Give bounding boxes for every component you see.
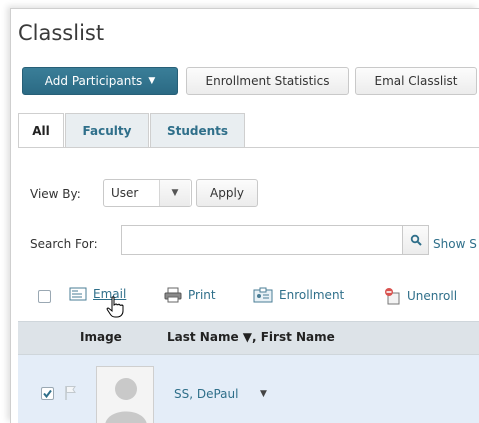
view-by-select[interactable]: User ▼: [103, 179, 192, 207]
enrollment-icon: [253, 287, 273, 303]
checkmark-icon: [43, 389, 52, 399]
chevron-down-icon: ▼: [159, 180, 190, 206]
column-header-name-sort[interactable]: Last Name ▼, First Name: [167, 330, 335, 344]
search-label: Search For:: [30, 237, 98, 251]
email-classlist-button[interactable]: Emal Classlist: [355, 67, 477, 95]
select-all-checkbox[interactable]: [38, 290, 51, 303]
enrollment-action-label: Enrollment: [279, 288, 345, 302]
unenroll-action[interactable]: Unenroll: [383, 287, 457, 305]
apply-button[interactable]: Apply: [196, 179, 258, 207]
action-bar: Email Print Enrollment Unenroll: [31, 287, 479, 309]
table-row[interactable]: SS, DePaul ▼: [18, 355, 479, 423]
tab-divider: [18, 147, 479, 148]
unenroll-action-label: Unenroll: [407, 289, 458, 303]
page-title: Classlist: [18, 21, 105, 45]
tab-faculty[interactable]: Faculty: [65, 113, 149, 147]
add-participants-label: Add Participants: [44, 74, 143, 88]
avatar: [96, 366, 154, 423]
table-header: Image Last Name ▼, First Name: [18, 321, 479, 355]
hand-cursor-icon: [106, 296, 124, 322]
search-input[interactable]: [121, 225, 403, 255]
tab-all[interactable]: All: [18, 113, 64, 148]
show-search-options-link[interactable]: Show S: [433, 237, 477, 251]
printer-icon: [164, 287, 182, 303]
print-action-label: Print: [188, 288, 216, 302]
chevron-down-icon: ▼: [148, 76, 156, 86]
enrollment-statistics-button[interactable]: Enrollment Statistics: [186, 67, 349, 95]
classlist-panel: Classlist Add Participants ▼ Enrollment …: [10, 8, 479, 423]
add-participants-button[interactable]: Add Participants ▼: [22, 67, 178, 95]
search-icon: [410, 234, 422, 246]
row-checkbox[interactable]: [41, 387, 54, 400]
chevron-down-icon[interactable]: ▼: [260, 389, 267, 399]
view-by-label: View By:: [30, 187, 81, 201]
email-icon: [69, 287, 87, 301]
enrollment-action[interactable]: Enrollment: [253, 287, 344, 303]
flag-icon[interactable]: [64, 385, 78, 405]
tab-students[interactable]: Students: [150, 113, 245, 147]
unenroll-icon: [385, 288, 400, 305]
view-by-value: User: [111, 186, 139, 200]
column-header-image: Image: [80, 330, 122, 344]
print-action[interactable]: Print: [164, 287, 216, 303]
student-name-link[interactable]: SS, DePaul: [174, 387, 238, 401]
user-placeholder-icon: [105, 378, 147, 423]
search-button[interactable]: [402, 225, 429, 255]
